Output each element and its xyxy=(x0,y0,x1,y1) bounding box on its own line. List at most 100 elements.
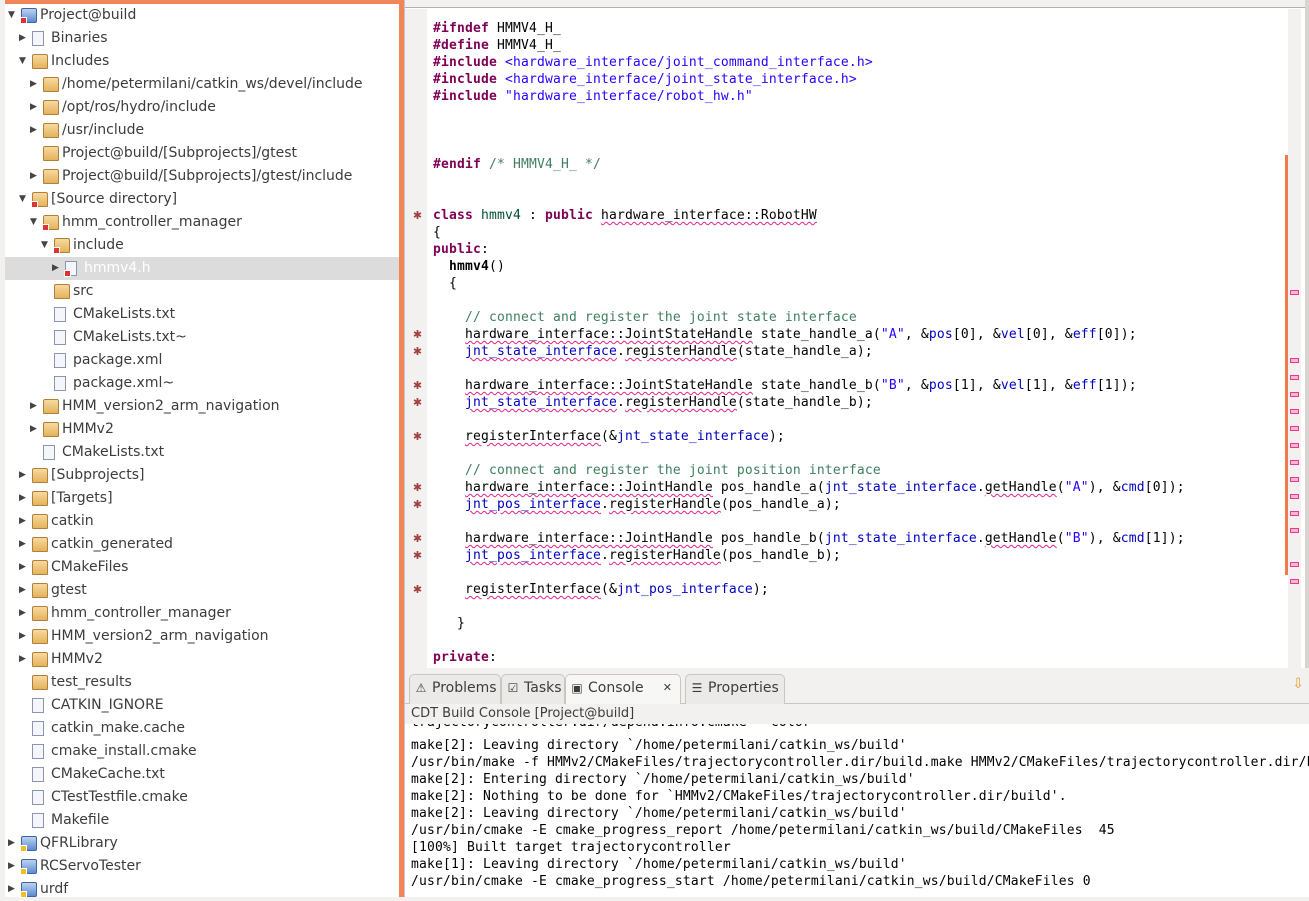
collapsed-arrow-icon[interactable]: ▶ xyxy=(19,648,29,671)
collapsed-arrow-icon[interactable]: ▶ xyxy=(19,464,29,487)
code-line[interactable]: jnt_state_interface.registerHandle(state… xyxy=(433,394,873,411)
tree-item[interactable]: ▶ hmm_controller_manager xyxy=(5,602,399,625)
tree-item[interactable]: ▶ catkin_generated xyxy=(5,533,399,556)
code-line[interactable]: jnt_pos_interface.registerHandle(pos_han… xyxy=(433,547,841,564)
error-marker-icon[interactable]: ✱ xyxy=(411,209,424,222)
tree-item[interactable]: test_results xyxy=(5,671,399,694)
code-line[interactable]: private: xyxy=(433,649,497,666)
code-line[interactable]: registerInterface(&jnt_pos_interface); xyxy=(433,581,769,598)
editor-scrollbar[interactable] xyxy=(1305,0,1309,668)
code-line[interactable]: hardware_interface::JointStateHandle sta… xyxy=(433,326,1137,343)
collapsed-arrow-icon[interactable]: ▶ xyxy=(19,579,29,602)
code-line[interactable]: hmmv4() xyxy=(433,258,505,275)
tree-item[interactable]: ▶ Project@build/[Subprojects]/gtest/inclu… xyxy=(5,165,399,188)
tree-item[interactable]: ▶ urdf xyxy=(5,878,399,901)
overview-error-mark[interactable] xyxy=(1290,392,1299,397)
overview-error-mark[interactable] xyxy=(1290,528,1299,533)
collapsed-arrow-icon[interactable]: ▶ xyxy=(30,96,40,119)
overview-ruler[interactable] xyxy=(1288,9,1301,668)
collapsed-arrow-icon[interactable]: ▶ xyxy=(52,257,62,280)
tree-item[interactable]: ▶ Binaries xyxy=(5,27,399,50)
code-line[interactable]: // connect and register the joint state … xyxy=(433,309,857,326)
tree-item[interactable]: Makefile xyxy=(5,809,399,832)
error-marker-icon[interactable]: ✱ xyxy=(411,583,424,596)
expanded-arrow-icon[interactable]: ▼ xyxy=(8,4,18,27)
tree-item[interactable]: package.xml~ xyxy=(5,372,399,395)
collapsed-arrow-icon[interactable]: ▶ xyxy=(8,878,18,901)
tree-item[interactable]: CTestTestfile.cmake xyxy=(5,786,399,809)
expanded-arrow-icon[interactable]: ▼ xyxy=(19,188,29,211)
overview-error-mark[interactable] xyxy=(1290,358,1299,363)
pin-icon[interactable]: ⇩ xyxy=(1292,676,1304,692)
tree-item[interactable]: CATKIN_IGNORE xyxy=(5,694,399,717)
tree-item[interactable]: Project@build/[Subprojects]/gtest xyxy=(5,142,399,165)
tab-properties[interactable]: ☰ Properties xyxy=(685,674,785,704)
collapsed-arrow-icon[interactable]: ▶ xyxy=(30,73,40,96)
tree-item[interactable]: ▶ gtest xyxy=(5,579,399,602)
collapsed-arrow-icon[interactable]: ▶ xyxy=(30,395,40,418)
tree-item[interactable]: src xyxy=(5,280,399,303)
code-line[interactable]: { xyxy=(433,275,457,292)
error-marker-icon[interactable]: ✱ xyxy=(411,532,424,545)
code-line[interactable]: hardware_interface::JointHandle pos_hand… xyxy=(433,530,1185,547)
collapsed-arrow-icon[interactable]: ▶ xyxy=(19,556,29,579)
overview-error-mark[interactable] xyxy=(1290,443,1299,448)
collapsed-arrow-icon[interactable]: ▶ xyxy=(19,533,29,556)
overview-error-mark[interactable] xyxy=(1290,375,1299,380)
collapsed-arrow-icon[interactable]: ▶ xyxy=(30,119,40,142)
overview-error-mark[interactable] xyxy=(1290,409,1299,414)
expanded-arrow-icon[interactable]: ▼ xyxy=(41,234,51,257)
tree-item[interactable]: ▶ /home/petermilani/catkin_ws/devel/inclu… xyxy=(5,73,399,96)
overview-error-mark[interactable] xyxy=(1290,494,1299,499)
tab-tasks[interactable]: ☑ Tasks xyxy=(501,674,565,704)
overview-error-mark[interactable] xyxy=(1290,511,1299,516)
collapsed-arrow-icon[interactable]: ▶ xyxy=(19,510,29,533)
tree-item[interactable]: ▶ catkin xyxy=(5,510,399,533)
close-tab-icon[interactable]: ✕ xyxy=(663,675,672,701)
overview-error-mark[interactable] xyxy=(1290,477,1299,482)
error-marker-icon[interactable]: ✱ xyxy=(411,379,424,392)
tree-item[interactable]: ▶ CMakeFiles xyxy=(5,556,399,579)
tree-item[interactable]: ▼ Includes xyxy=(5,50,399,73)
code-line[interactable]: } xyxy=(433,615,465,632)
tree-item[interactable]: CMakeCache.txt xyxy=(5,763,399,786)
error-marker-icon[interactable]: ✱ xyxy=(411,396,424,409)
collapsed-arrow-icon[interactable]: ▶ xyxy=(19,27,29,50)
tree-item[interactable]: ▶ /opt/ros/hydro/include xyxy=(5,96,399,119)
overview-error-mark[interactable] xyxy=(1290,460,1299,465)
code-line[interactable]: #endif /* HMMV4_H_ */ xyxy=(433,156,601,173)
code-line[interactable]: #include <hardware_interface/joint_state… xyxy=(433,71,857,88)
tree-item[interactable]: cmake_install.cmake xyxy=(5,740,399,763)
collapsed-arrow-icon[interactable]: ▶ xyxy=(8,832,18,855)
collapsed-arrow-icon[interactable]: ▶ xyxy=(30,418,40,441)
tree-item[interactable]: ▶ HMM_version2_arm_navigation xyxy=(5,395,399,418)
code-line[interactable]: hardware_interface::JointHandle pos_hand… xyxy=(433,479,1185,496)
code-line[interactable]: #ifndef HMMV4_H_ xyxy=(433,20,561,37)
tree-item[interactable]: CMakeLists.txt~ xyxy=(5,326,399,349)
code-line[interactable]: #define HMMV4_H_ xyxy=(433,37,561,54)
collapsed-arrow-icon[interactable]: ▶ xyxy=(30,165,40,188)
code-editor[interactable]: #ifndef HMMV4_H_ #define HMMV4_H_ #include… xyxy=(404,0,1309,668)
collapsed-arrow-icon[interactable]: ▶ xyxy=(8,855,18,878)
overview-error-mark[interactable] xyxy=(1290,562,1299,567)
tree-item[interactable]: ▶ hmmv4.h xyxy=(5,257,399,280)
tree-item[interactable]: ▼ Project@build xyxy=(5,4,399,27)
code-line[interactable]: jnt_state_interface.registerHandle(state… xyxy=(433,343,873,360)
tree-item[interactable]: ▶ RCServoTester xyxy=(5,855,399,878)
tree-item[interactable]: ▼ hmm_controller_manager xyxy=(5,211,399,234)
error-marker-icon[interactable]: ✱ xyxy=(411,430,424,443)
tab-console[interactable]: ▣ Console ✕ xyxy=(565,674,681,704)
collapsed-arrow-icon[interactable]: ▶ xyxy=(19,487,29,510)
error-marker-icon[interactable]: ✱ xyxy=(411,498,424,511)
expanded-arrow-icon[interactable]: ▼ xyxy=(19,50,29,73)
tree-item[interactable]: ▶ [Targets] xyxy=(5,487,399,510)
code-line[interactable]: public: xyxy=(433,241,489,258)
tree-item[interactable]: ▶ HMM_version2_arm_navigation xyxy=(5,625,399,648)
tree-item[interactable]: ▼ [Source directory] xyxy=(5,188,399,211)
code-line[interactable]: { xyxy=(433,224,441,241)
tree-item[interactable]: ▶ QFRLibrary xyxy=(5,832,399,855)
collapsed-arrow-icon[interactable]: ▶ xyxy=(19,602,29,625)
tree-item[interactable]: ▶ HMMv2 xyxy=(5,648,399,671)
code-line[interactable]: #include <hardware_interface/joint_comma… xyxy=(433,54,873,71)
tab-problems[interactable]: ⚠ Problems xyxy=(409,674,501,704)
